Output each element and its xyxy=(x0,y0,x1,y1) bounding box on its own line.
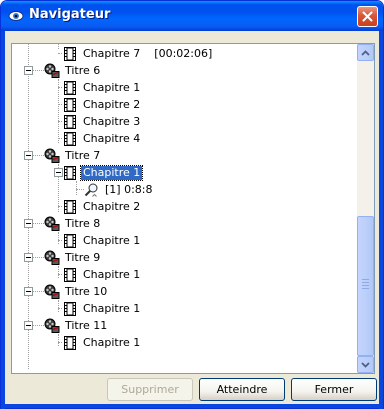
tree-chapter-node[interactable]: Chapitre 1 xyxy=(62,334,142,351)
tree-node-label: Chapitre 1 xyxy=(79,164,144,181)
tree-connector xyxy=(58,53,62,54)
tree-connector xyxy=(58,266,59,278)
chapter-duration: [00:02:06] xyxy=(154,46,213,60)
collapse-toggle-icon[interactable] xyxy=(24,66,33,75)
delete-button[interactable]: Supprimer xyxy=(107,378,193,401)
tree-node-label: Titre 7 xyxy=(65,148,101,162)
collapse-toggle-icon[interactable] xyxy=(24,321,33,330)
filmstrip-icon xyxy=(62,335,78,351)
tree-node-label: Titre 6 xyxy=(65,63,101,77)
chevron-down-icon xyxy=(361,361,370,368)
tree-node-label: [1] 0:8:8 xyxy=(105,182,153,196)
window-frame-bottom xyxy=(1,404,383,408)
tree-chapter-node[interactable]: Chapitre 1 xyxy=(62,266,142,283)
chapter-tree-view[interactable]: Chapitre 7 [00:02:06] Titre 6 Chapitre 1 Cha… xyxy=(11,43,375,374)
tree-chapter-node[interactable]: Chapitre 1 xyxy=(62,300,142,317)
tree-chapter-node[interactable]: Chapitre 1 xyxy=(62,79,142,96)
collapse-toggle-icon[interactable] xyxy=(54,168,63,177)
tree-chapter-node[interactable]: Chapitre 1 xyxy=(62,232,142,249)
tree-connector xyxy=(58,274,62,275)
tree-connector xyxy=(58,79,59,143)
tree-chapter-node[interactable]: Chapitre 3 xyxy=(62,113,142,130)
tree-chapter-node[interactable]: Chapitre 4 xyxy=(62,130,142,147)
chevron-up-icon xyxy=(361,49,370,56)
tree-node-label: Chapitre 7 xyxy=(83,46,141,60)
tree-content: Chapitre 7 [00:02:06] Titre 6 Chapitre 1 Cha… xyxy=(12,44,357,373)
tree-node-label: Chapitre 2 xyxy=(83,97,141,111)
window-frame-left xyxy=(1,31,5,409)
tree-title-node[interactable]: Titre 8 xyxy=(44,215,102,232)
scrollbar-thumb[interactable] xyxy=(357,216,374,356)
tree-node-label: Chapitre 3 xyxy=(83,114,141,128)
close-button[interactable]: Fermer xyxy=(291,378,377,401)
tree-node-label: Titre 9 xyxy=(65,250,101,264)
tree-marker-node[interactable]: [1] 0:8:8 xyxy=(84,181,155,198)
scroll-up-button[interactable] xyxy=(357,44,374,61)
filmstrip-icon xyxy=(62,131,78,147)
window-frame-right xyxy=(379,31,383,409)
collapse-toggle-icon[interactable] xyxy=(24,253,33,262)
tree-connector xyxy=(58,104,62,105)
tree-connector xyxy=(58,300,59,312)
tree-connector xyxy=(58,232,59,244)
title-bar[interactable]: Navigateur xyxy=(1,1,383,31)
tree-node-label: Titre 10 xyxy=(65,284,108,298)
tree-chapter-node[interactable]: Chapitre 2 xyxy=(62,96,142,113)
tree-node-label: Chapitre 1 xyxy=(83,335,141,349)
tree-title-node[interactable]: Titre 11 xyxy=(44,317,109,334)
filmstrip-icon xyxy=(62,46,78,62)
eye-icon xyxy=(8,11,24,21)
tree-connector xyxy=(58,44,59,49)
filmstrip-icon xyxy=(62,165,78,181)
tree-connector xyxy=(58,342,62,343)
tree-connector xyxy=(76,181,77,195)
filmstrip-icon xyxy=(62,233,78,249)
filmstrip-icon xyxy=(62,199,78,215)
filmstrip-icon xyxy=(62,80,78,96)
navigator-window: Navigateur Chapitre 7 [00:02:06] Titre 6 Ch… xyxy=(0,0,384,409)
window-title: Navigateur xyxy=(29,7,111,22)
scroll-down-button[interactable] xyxy=(357,356,374,373)
goto-button[interactable]: Atteindre xyxy=(199,378,285,401)
tree-title-node[interactable]: Titre 6 xyxy=(44,62,102,79)
tree-connector xyxy=(76,189,84,190)
tree-node-label: Titre 8 xyxy=(65,216,101,230)
collapse-toggle-icon[interactable] xyxy=(24,287,33,296)
tree-chapter-node[interactable]: Chapitre 7 [00:02:06] xyxy=(62,45,214,62)
filmstrip-icon xyxy=(62,301,78,317)
tree-connector xyxy=(58,334,59,346)
tree-node-label: Chapitre 2 xyxy=(83,199,141,213)
tree-node-label: Chapitre 1 xyxy=(83,301,141,315)
film-reel-icon xyxy=(44,216,60,232)
filmstrip-icon xyxy=(62,97,78,113)
magnifier-icon xyxy=(84,182,100,198)
vertical-scrollbar[interactable] xyxy=(357,44,374,373)
filmstrip-icon xyxy=(62,267,78,283)
tree-connector xyxy=(58,87,62,88)
film-reel-icon xyxy=(44,318,60,334)
tree-connector xyxy=(58,308,62,309)
film-reel-icon xyxy=(44,284,60,300)
film-reel-icon xyxy=(44,250,60,266)
tree-chapter-node[interactable]: Chapitre 1 xyxy=(62,164,144,181)
collapse-toggle-icon[interactable] xyxy=(24,151,33,160)
tree-node-label: Chapitre 4 xyxy=(83,131,141,145)
tree-connector xyxy=(58,138,62,139)
tree-connector xyxy=(58,121,62,122)
tree-node-label: Chapitre 1 xyxy=(83,233,141,247)
film-reel-icon xyxy=(44,63,60,79)
collapse-toggle-icon[interactable] xyxy=(24,219,33,228)
tree-connector xyxy=(58,206,62,207)
tree-title-node[interactable]: Titre 7 xyxy=(44,147,102,164)
tree-chapter-node[interactable]: Chapitre 2 xyxy=(62,198,142,215)
tree-title-node[interactable]: Titre 10 xyxy=(44,283,109,300)
close-icon[interactable] xyxy=(357,6,378,27)
tree-title-node[interactable]: Titre 9 xyxy=(44,249,102,266)
filmstrip-icon xyxy=(62,114,78,130)
tree-node-label: Chapitre 1 xyxy=(83,267,141,281)
tree-node-label: Chapitre 1 xyxy=(83,80,141,94)
tree-node-label: Titre 11 xyxy=(65,318,108,332)
tree-connector xyxy=(58,240,62,241)
film-reel-icon xyxy=(44,148,60,164)
